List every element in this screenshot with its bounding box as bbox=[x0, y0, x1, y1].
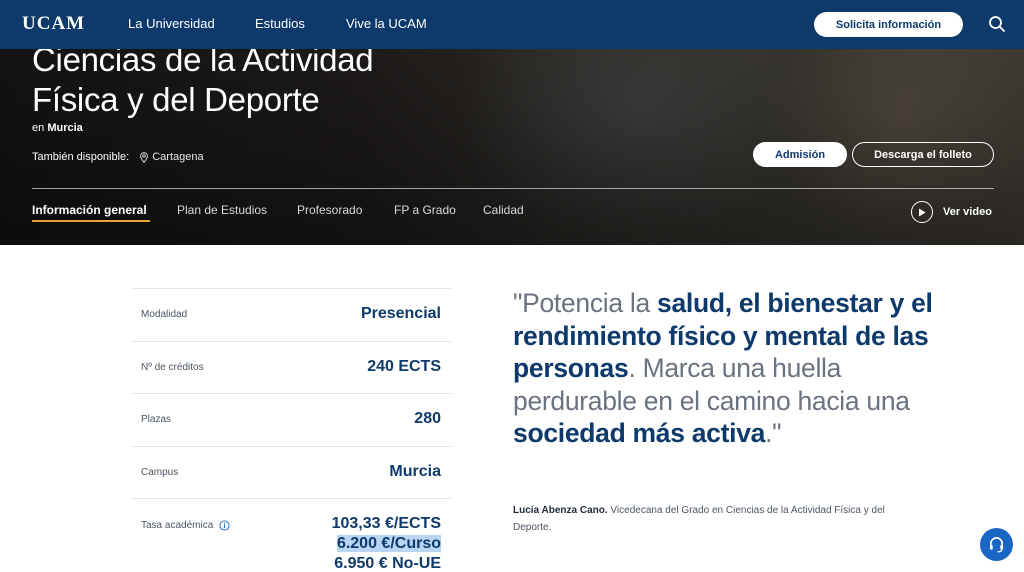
watch-video-button[interactable]: Ver video bbox=[911, 201, 992, 223]
tab-fp-a-grado[interactable]: FP a Grado bbox=[394, 203, 456, 217]
ucam-logo[interactable]: UCAM bbox=[22, 13, 85, 35]
tab-profesorado[interactable]: Profesorado bbox=[297, 203, 362, 217]
headset-icon bbox=[989, 537, 1004, 553]
top-navigation: UCAM La Universidad Estudios Vive la UCA… bbox=[0, 0, 1024, 49]
active-tab-indicator bbox=[32, 220, 150, 222]
tab-plan-de-estudios[interactable]: Plan de Estudios bbox=[177, 203, 267, 217]
request-info-button[interactable]: Solicita información bbox=[814, 12, 963, 37]
quote-author: Lucía Abenza Cano. Vicedecana del Grado … bbox=[513, 505, 885, 533]
admision-button[interactable]: Admisión bbox=[753, 142, 847, 167]
tasa-no-ue: 6.950 € No-UE bbox=[334, 555, 441, 572]
nav-estudios[interactable]: Estudios bbox=[255, 16, 305, 31]
info-icon[interactable] bbox=[219, 520, 230, 531]
info-row-tasa: Tasa académica 103,33 €/ECTS 6.200 €/Cur… bbox=[131, 498, 452, 572]
location-name: Murcia bbox=[47, 122, 83, 134]
map-pin-icon bbox=[140, 151, 149, 163]
play-icon bbox=[911, 201, 933, 223]
support-chat-button[interactable] bbox=[980, 528, 1013, 561]
also-available: También disponible: Cartagena bbox=[32, 151, 204, 163]
info-row-campus: Campus Murcia bbox=[131, 445, 452, 499]
tab-calidad[interactable]: Calidad bbox=[483, 203, 524, 217]
hero-divider bbox=[32, 188, 994, 189]
campus-link-cartagena[interactable]: Cartagena bbox=[139, 151, 204, 163]
degree-info-table: Modalidad Presencial Nº de créditos 240 … bbox=[131, 288, 452, 572]
info-row-modalidad: Modalidad Presencial bbox=[131, 288, 452, 341]
tasa-per-curso: 6.200 €/Curso bbox=[336, 535, 441, 552]
testimonial-quote: "Potencia la salud, el bienestar y el re… bbox=[513, 288, 933, 449]
info-row-creditos: Nº de créditos 240 ECTS bbox=[131, 340, 452, 394]
download-brochure-button[interactable]: Descarga el folleto bbox=[852, 142, 994, 167]
tasa-values: 103,33 €/ECTS 6.200 €/Curso 6.950 € No-U… bbox=[332, 514, 441, 572]
search-icon[interactable] bbox=[988, 15, 1006, 33]
info-row-plazas: Plazas 280 bbox=[131, 393, 452, 446]
page-title: Ciencias de la Actividad Física y del De… bbox=[32, 41, 374, 118]
tab-informacion-general[interactable]: Información general bbox=[32, 203, 147, 217]
nav-vive-la-ucam[interactable]: Vive la UCAM bbox=[346, 16, 427, 31]
nav-la-universidad[interactable]: La Universidad bbox=[128, 16, 215, 31]
location-line: en Murcia bbox=[32, 122, 83, 134]
tasa-per-ects: 103,33 €/ECTS bbox=[331, 515, 441, 532]
